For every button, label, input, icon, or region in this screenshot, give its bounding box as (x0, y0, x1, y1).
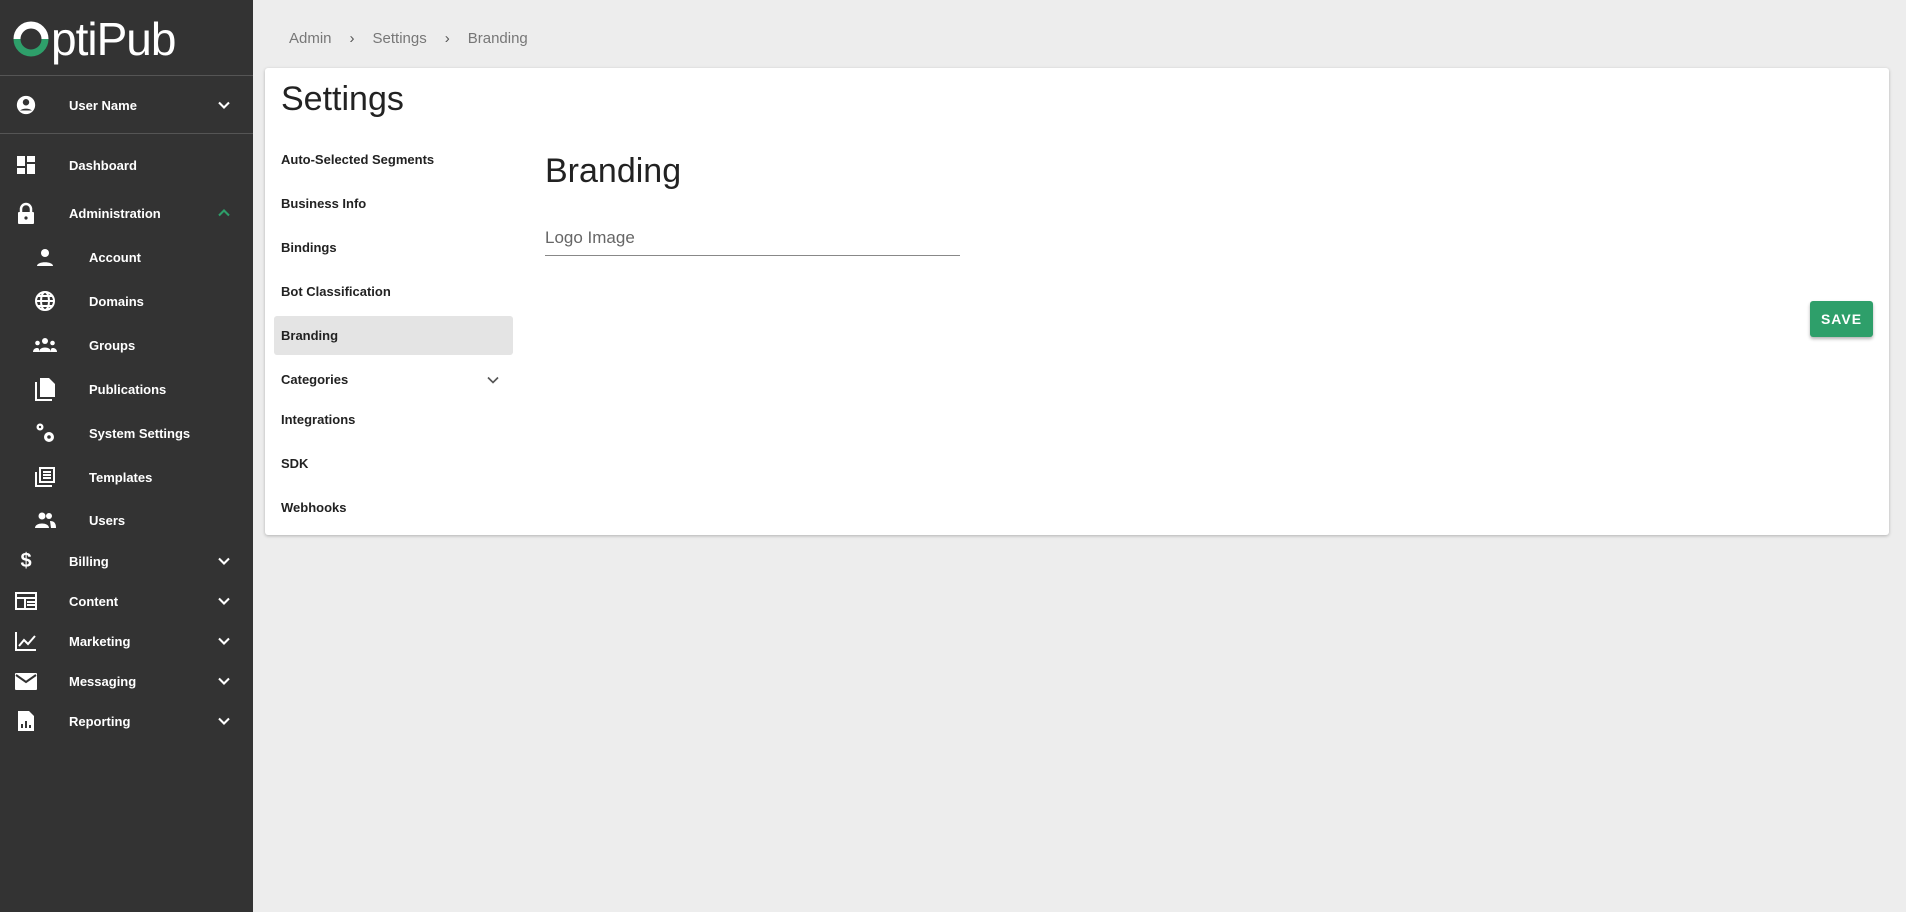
settings-menu-bindings[interactable]: Bindings (274, 228, 513, 267)
sidebar-item-reporting[interactable]: Reporting (0, 704, 253, 738)
gears-icon (33, 421, 57, 445)
sidebar-item-templates[interactable]: Templates (0, 460, 253, 494)
report-icon (14, 709, 38, 733)
chevron-down-icon[interactable] (214, 591, 234, 611)
sidebar: ptiPub User Name Dashboard Administratio… (0, 0, 253, 912)
settings-menu-categories[interactable]: Categories (274, 360, 513, 399)
sidebar-item-label: Users (89, 512, 126, 528)
globe-icon (33, 289, 57, 313)
settings-menu-business-info[interactable]: Business Info (274, 184, 513, 223)
sidebar-divider (0, 133, 253, 134)
settings-card: Settings Auto-Selected Segments Business… (265, 68, 1889, 535)
settings-menu-branding[interactable]: Branding (274, 316, 513, 355)
sidebar-item-label: Publications (89, 381, 167, 397)
settings-menu-label: Categories (281, 372, 349, 387)
sidebar-item-label: Templates (89, 469, 153, 485)
sidebar-item-label: System Settings (89, 425, 191, 441)
chevron-right-icon: › (349, 30, 355, 47)
logo-circle-arrows-icon (13, 21, 49, 57)
logo-text: ptiPub (51, 13, 176, 65)
user-name: User Name (69, 97, 137, 113)
mail-icon (14, 669, 38, 693)
sidebar-item-label: Groups (89, 337, 136, 353)
sidebar-item-marketing[interactable]: Marketing (0, 624, 253, 658)
settings-menu-auto-selected-segments[interactable]: Auto-Selected Segments (274, 140, 513, 179)
settings-menu-sdk[interactable]: SDK (274, 444, 513, 483)
sidebar-item-dashboard[interactable]: Dashboard (0, 148, 253, 182)
sidebar-item-label: Messaging (69, 673, 137, 689)
sidebar-item-label: Reporting (69, 713, 131, 729)
people-icon (33, 508, 57, 532)
page-title: Settings (281, 80, 404, 118)
chart-line-icon (14, 629, 38, 653)
save-button[interactable]: SAVE (1810, 301, 1873, 337)
sidebar-divider (0, 75, 253, 76)
dashboard-icon (14, 153, 38, 177)
chevron-down-icon[interactable] (214, 711, 234, 731)
chevron-down-icon[interactable] (214, 631, 234, 651)
settings-menu-webhooks[interactable]: Webhooks (274, 488, 513, 527)
sidebar-item-label: Marketing (69, 633, 131, 649)
chevron-down-icon[interactable] (214, 671, 234, 691)
person-icon (33, 245, 57, 269)
settings-menu-bot-classification[interactable]: Bot Classification (274, 272, 513, 311)
settings-menu-integrations[interactable]: Integrations (274, 400, 513, 439)
optipub-logo: ptiPub (12, 12, 176, 66)
chevron-down-icon[interactable] (483, 370, 503, 390)
sidebar-item-system-settings[interactable]: System Settings (0, 416, 253, 450)
sidebar-item-billing[interactable]: $ Billing (0, 544, 253, 578)
sidebar-item-messaging[interactable]: Messaging (0, 664, 253, 698)
sidebar-item-administration[interactable]: Administration (0, 196, 253, 230)
sidebar-item-label: Dashboard (69, 157, 137, 173)
breadcrumb-admin[interactable]: Admin (289, 30, 332, 47)
user-menu[interactable]: User Name (0, 88, 253, 122)
dollar-icon: $ (20, 549, 32, 572)
sidebar-item-label: Billing (69, 553, 109, 569)
breadcrumb-branding: Branding (467, 30, 528, 47)
breadcrumb-settings[interactable]: Settings (373, 30, 427, 47)
sidebar-item-label: Domains (89, 293, 144, 309)
logo-image-field[interactable]: Logo Image (545, 226, 960, 256)
sidebar-item-publications[interactable]: Publications (0, 372, 253, 406)
sidebar-item-groups[interactable]: Groups (0, 328, 253, 362)
chevron-down-icon[interactable] (214, 551, 234, 571)
chevron-up-icon[interactable] (214, 203, 234, 223)
lock-icon (14, 201, 38, 225)
file-copy-icon (33, 377, 57, 401)
sidebar-item-label: Administration (69, 205, 161, 221)
chevron-down-icon[interactable] (214, 95, 234, 115)
breadcrumb: Admin › Settings › Branding (289, 30, 528, 47)
sidebar-item-label: Account (89, 249, 141, 265)
newspaper-icon (33, 465, 57, 489)
groups-icon (33, 333, 57, 357)
web-icon (14, 589, 38, 613)
sidebar-item-content[interactable]: Content (0, 584, 253, 618)
section-title: Branding (545, 152, 682, 190)
sidebar-item-account[interactable]: Account (0, 240, 253, 274)
sidebar-item-users[interactable]: Users (0, 503, 253, 537)
chevron-right-icon: › (444, 30, 450, 47)
sidebar-item-label: Content (69, 593, 119, 609)
sidebar-item-domains[interactable]: Domains (0, 284, 253, 318)
account-circle-icon (14, 93, 38, 117)
